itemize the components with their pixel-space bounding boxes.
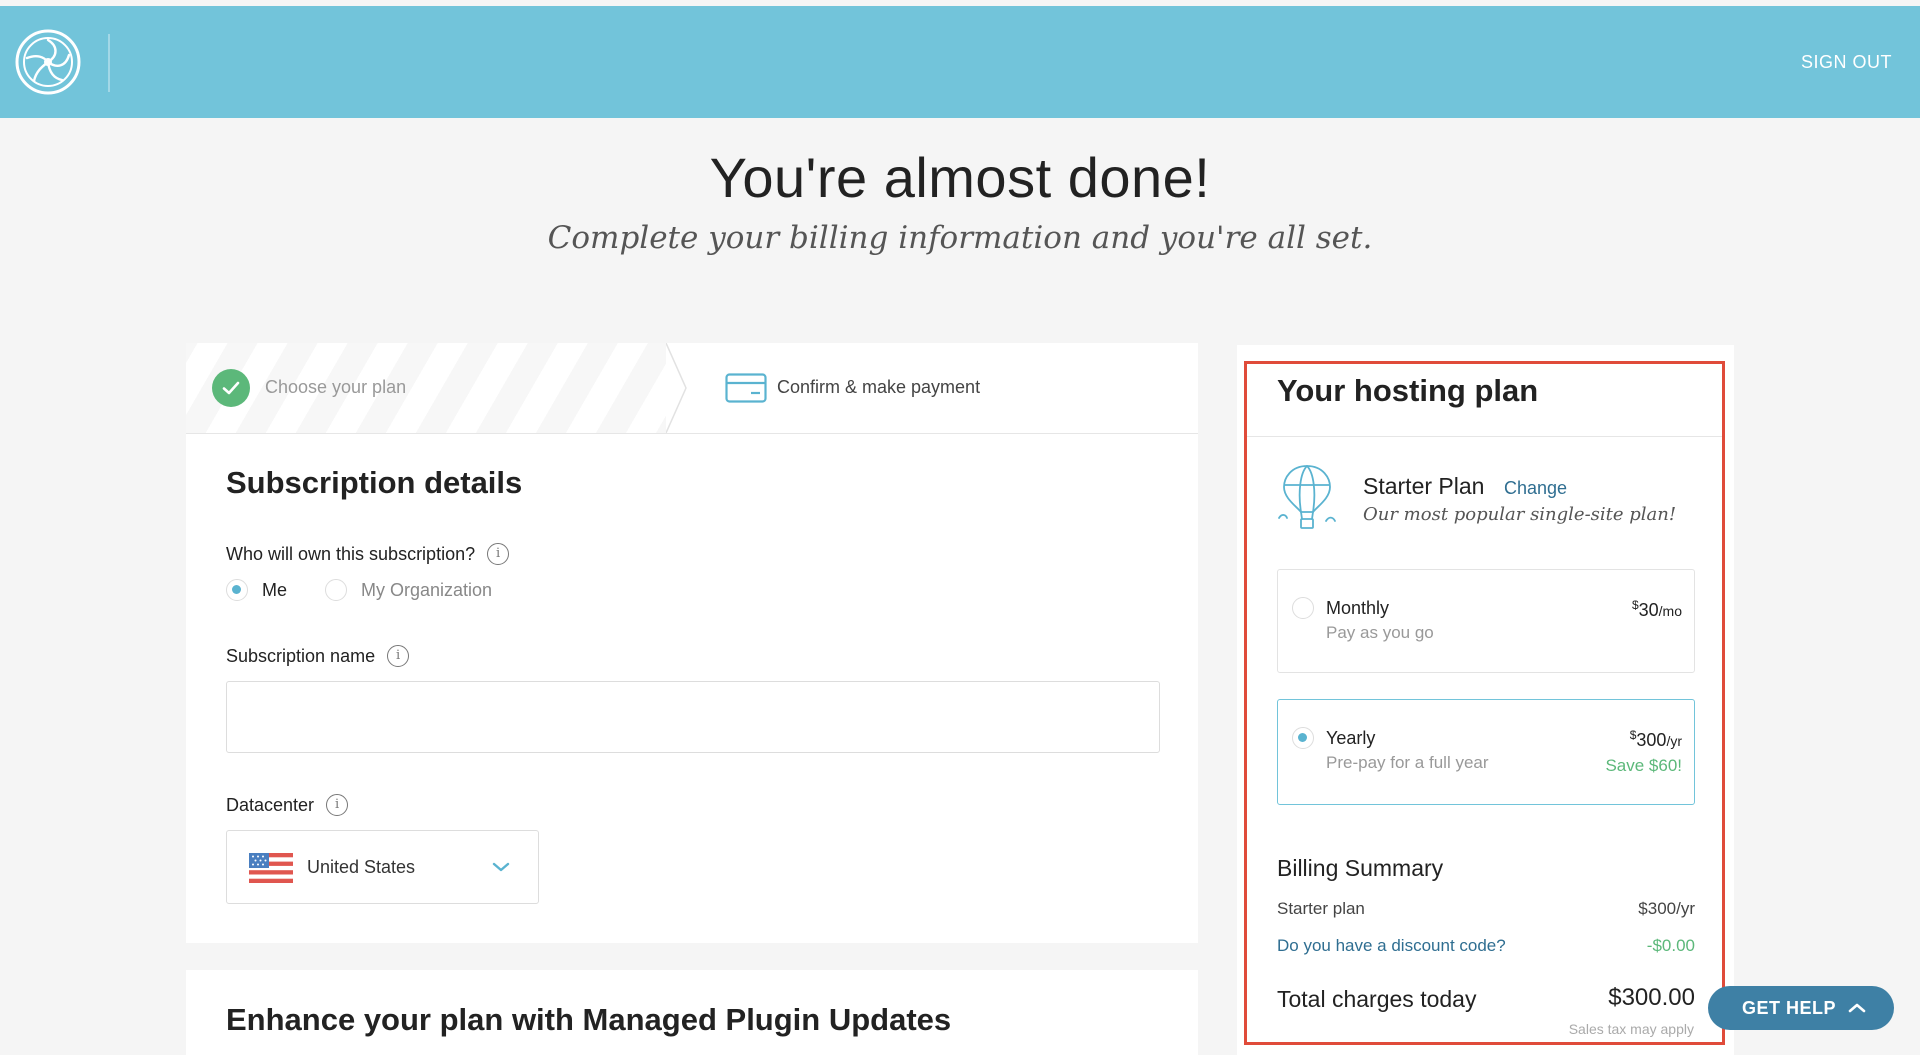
discount-code-link[interactable]: Do you have a discount code? bbox=[1277, 936, 1506, 955]
option-title: Yearly bbox=[1326, 728, 1376, 748]
step-chevron-icon bbox=[666, 343, 706, 433]
subscription-name-label: Subscription name i bbox=[226, 645, 410, 667]
checkout-steps: Choose your plan Confirm & make payment bbox=[186, 343, 1198, 434]
top-bar: SIGN OUT bbox=[0, 6, 1920, 118]
page-title: You're almost done! bbox=[709, 146, 1211, 209]
subscription-details-heading: Subscription details bbox=[226, 465, 523, 500]
radio-yearly[interactable] bbox=[1292, 727, 1314, 749]
billing-option-yearly[interactable]: Yearly Pre-pay for a full year $300/yr S… bbox=[1277, 699, 1695, 805]
discount-value: -$0.00 bbox=[1646, 936, 1695, 955]
datacenter-value: United States bbox=[307, 857, 416, 877]
divider bbox=[1247, 436, 1722, 437]
change-plan-link[interactable]: Change bbox=[1504, 478, 1567, 499]
get-help-label: GET HELP bbox=[1742, 997, 1837, 1018]
price-amount: 30 bbox=[1638, 600, 1659, 620]
option-title: Monthly bbox=[1326, 598, 1390, 618]
owner-question-label: Who will own this subscription? bbox=[226, 543, 476, 564]
price-unit: /mo bbox=[1658, 603, 1682, 619]
page-subtitle: Complete your billing information and yo… bbox=[547, 220, 1373, 256]
subscription-card: Choose your plan Confirm & make payment … bbox=[186, 343, 1198, 943]
radio-me[interactable] bbox=[226, 579, 248, 601]
owner-option-label: Me bbox=[262, 579, 288, 600]
option-subtitle: Pre-pay for a full year bbox=[1326, 753, 1489, 772]
billing-row-label: Starter plan bbox=[1277, 899, 1365, 918]
credit-card-icon bbox=[725, 373, 767, 403]
hosting-plan-heading: Your hosting plan bbox=[1277, 373, 1539, 408]
plan-tagline: Our most popular single-site plan! bbox=[1363, 504, 1677, 525]
owner-option-organization[interactable]: My Organization bbox=[325, 579, 492, 601]
info-icon[interactable]: i bbox=[387, 645, 410, 667]
radio-monthly[interactable] bbox=[1292, 597, 1314, 619]
total-value: $300.00 bbox=[1608, 984, 1695, 1011]
logo-divider bbox=[108, 34, 110, 92]
step-1-label: Choose your plan bbox=[265, 377, 407, 397]
radio-organization[interactable] bbox=[325, 579, 348, 601]
get-help-button[interactable]: GET HELP bbox=[1708, 986, 1894, 1030]
datacenter-select[interactable]: United States bbox=[226, 830, 539, 904]
option-subtitle: Pay as you go bbox=[1326, 623, 1434, 642]
subscription-name-text: Subscription name bbox=[226, 645, 376, 666]
billing-row-plan: Starter plan $300/yr bbox=[1277, 899, 1695, 919]
sales-tax-note: Sales tax may apply bbox=[1568, 1021, 1694, 1037]
sign-out-link[interactable]: SIGN OUT bbox=[1801, 52, 1892, 73]
datacenter-text: Datacenter bbox=[226, 794, 315, 815]
plan-name: Starter Plan bbox=[1363, 473, 1485, 499]
subscription-name-input[interactable] bbox=[226, 681, 1160, 753]
flywheel-logo-icon[interactable] bbox=[14, 28, 82, 96]
us-flag-icon bbox=[249, 853, 293, 883]
enhance-card: Enhance your plan with Managed Plugin Up… bbox=[186, 970, 1198, 1055]
price-amount: 300 bbox=[1636, 730, 1667, 750]
check-icon bbox=[212, 369, 250, 407]
billing-option-monthly[interactable]: Monthly Pay as you go $30/mo bbox=[1277, 569, 1695, 673]
owner-option-me[interactable]: Me bbox=[226, 579, 287, 601]
billing-total: Total charges today $300.00 bbox=[1277, 984, 1695, 1013]
owner-option-label: My Organization bbox=[361, 579, 493, 600]
hot-air-balloon-icon bbox=[1278, 465, 1336, 529]
billing-row-value: $300/yr bbox=[1638, 899, 1695, 918]
step-choose-plan[interactable]: Choose your plan bbox=[186, 343, 686, 433]
owner-radio-group: Me My Organization bbox=[226, 579, 530, 601]
info-icon[interactable]: i bbox=[326, 794, 349, 816]
price-currency: $ bbox=[1631, 598, 1639, 612]
chevron-up-icon bbox=[1848, 1003, 1866, 1013]
savings-badge: Save $60! bbox=[1605, 756, 1682, 775]
billing-summary-heading: Billing Summary bbox=[1277, 855, 1444, 881]
enhance-heading: Enhance your plan with Managed Plugin Up… bbox=[226, 1002, 952, 1037]
total-label: Total charges today bbox=[1277, 986, 1477, 1012]
step-2-label: Confirm & make payment bbox=[777, 377, 981, 397]
chevron-down-icon bbox=[492, 862, 510, 872]
price-unit: /yr bbox=[1666, 733, 1682, 749]
option-price: $30/mo bbox=[1632, 598, 1682, 621]
billing-row-discount: Do you have a discount code? -$0.00 bbox=[1277, 936, 1695, 956]
option-price: $300/yr bbox=[1630, 728, 1682, 751]
owner-question: Who will own this subscription? i bbox=[226, 543, 510, 565]
info-icon[interactable]: i bbox=[487, 543, 510, 565]
datacenter-label: Datacenter i bbox=[226, 794, 349, 816]
